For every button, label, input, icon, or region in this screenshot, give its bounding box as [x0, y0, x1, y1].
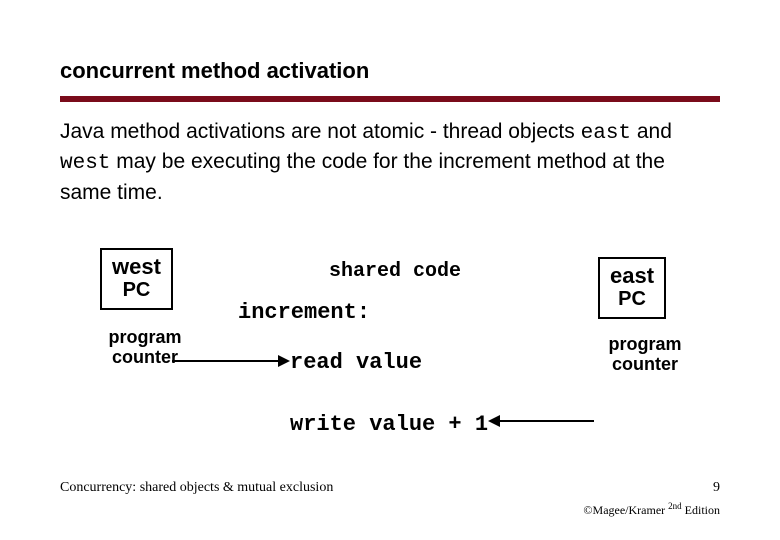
west-label: west: [112, 254, 161, 279]
page-number: 9: [713, 480, 720, 496]
write-value-label: write value + 1: [290, 412, 570, 437]
body-text-3: may be executing the code for the increm…: [60, 150, 665, 203]
east-arrow-line: [500, 420, 594, 422]
shared-code-label: shared code: [255, 260, 535, 283]
body-paragraph: Java method activations are not atomic -…: [60, 118, 710, 207]
code-west: west: [60, 152, 110, 175]
cite-pre: ©Magee/Kramer: [583, 503, 668, 517]
footer-citation: ©Magee/Kramer 2nd Edition: [583, 501, 720, 518]
east-caption: program counter: [605, 335, 685, 375]
cite-sup: 2nd: [668, 501, 682, 511]
slide: concurrent method activation Java method…: [0, 0, 780, 540]
east-pc-sub: PC: [610, 288, 654, 311]
increment-label: increment:: [238, 300, 518, 325]
east-label: east: [610, 263, 654, 288]
west-pc-box: west PC: [100, 248, 173, 310]
east-arrow-head-icon: [488, 415, 500, 427]
code-east: east: [581, 122, 631, 145]
title-rule: [60, 96, 720, 102]
west-pc-sub: PC: [112, 279, 161, 302]
west-arrow-line: [172, 360, 278, 362]
body-text-2: and: [631, 120, 672, 143]
west-arrow-head-icon: [278, 355, 290, 367]
east-cap-1: program: [608, 334, 681, 354]
west-cap-1: program: [108, 327, 181, 347]
body-text-1: Java method activations are not atomic -…: [60, 120, 581, 143]
cite-post: Edition: [682, 503, 720, 517]
read-value-label: read value: [290, 350, 570, 375]
slide-title: concurrent method activation: [60, 58, 369, 84]
east-pc-box: east PC: [598, 257, 666, 319]
east-cap-2: counter: [612, 354, 678, 374]
footer-left: Concurrency: shared objects & mutual exc…: [60, 480, 333, 496]
west-cap-2: counter: [112, 347, 178, 367]
